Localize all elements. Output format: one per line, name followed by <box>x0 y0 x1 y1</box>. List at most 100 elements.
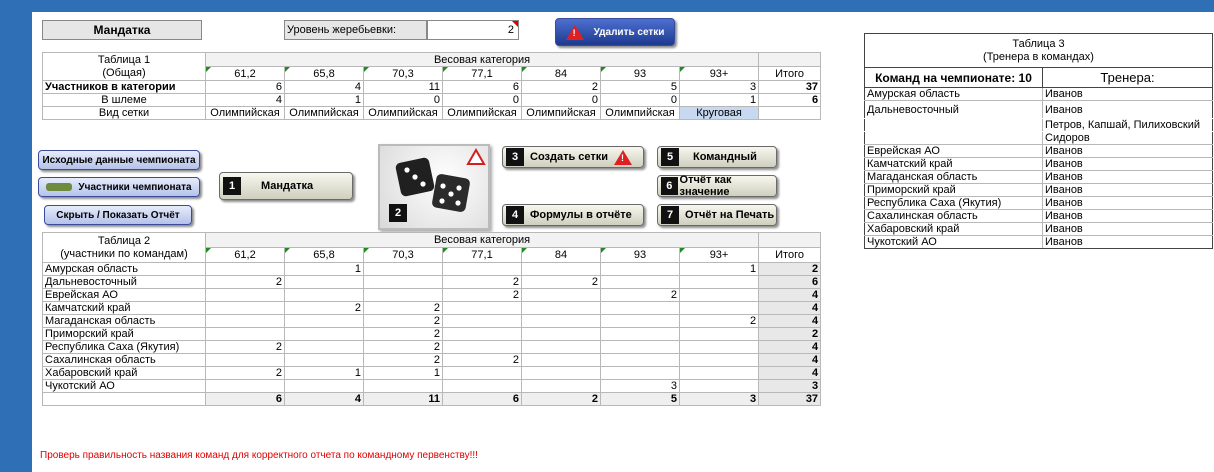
count-cell[interactable] <box>600 314 680 328</box>
count-cell[interactable] <box>521 379 601 393</box>
weight-category-header[interactable]: 70,3 <box>363 66 443 81</box>
formulas-button[interactable]: 4 Формулы в отчёте <box>502 204 644 226</box>
team-name-cell[interactable]: Еврейская АО <box>864 144 1043 158</box>
helmet-count[interactable]: 0 <box>600 93 680 107</box>
count-cell[interactable] <box>442 301 522 315</box>
column-total-cell[interactable]: 6 <box>442 392 522 406</box>
delete-grids-button[interactable]: Удалить сетки <box>555 18 675 46</box>
team-name-cell[interactable]: Сахалинская область <box>864 209 1043 223</box>
count-cell[interactable]: 2 <box>205 340 285 354</box>
dice-draw-button[interactable]: 2 <box>378 144 490 230</box>
count-cell[interactable] <box>442 262 522 276</box>
weight-category-header[interactable]: 61,2 <box>205 66 285 81</box>
grid-type-cell[interactable]: Олимпийская <box>600 106 680 120</box>
grand-total-cell[interactable]: 37 <box>758 392 822 406</box>
source-data-button[interactable]: Исходные данные чемпионата <box>38 150 200 170</box>
weight-category-header[interactable]: 65,8 <box>284 66 364 81</box>
count-cell[interactable] <box>600 366 680 380</box>
count-cell[interactable] <box>205 288 285 302</box>
count-cell[interactable] <box>600 327 680 341</box>
team-name-cell[interactable]: Еврейская АО <box>42 288 206 302</box>
count-cell[interactable] <box>600 275 680 289</box>
count-cell[interactable]: 1 <box>284 366 364 380</box>
count-cell[interactable] <box>363 275 443 289</box>
count-cell[interactable]: 2 <box>600 288 680 302</box>
totals-label-cell[interactable] <box>42 392 206 406</box>
count-cell[interactable]: 1 <box>284 262 364 276</box>
row-total-cell[interactable]: 4 <box>758 314 822 328</box>
team-name-cell[interactable]: Амурская область <box>42 262 206 276</box>
helmet-count[interactable]: 1 <box>678 93 760 107</box>
team-name-cell[interactable]: Хабаровский край <box>42 366 206 380</box>
row-total-cell[interactable]: 4 <box>758 340 822 354</box>
count-cell[interactable] <box>600 262 680 276</box>
count-cell[interactable] <box>284 340 364 354</box>
count-cell[interactable] <box>678 366 760 380</box>
team-name-cell[interactable]: Приморский край <box>42 327 206 341</box>
team-name-cell[interactable]: Камчатский край <box>42 301 206 315</box>
count-cell[interactable] <box>521 327 601 341</box>
draw-level-input[interactable]: 2 <box>427 20 519 40</box>
count-cell[interactable] <box>205 262 285 276</box>
grid-type-cell[interactable]: Круговая <box>678 106 760 120</box>
count-cell[interactable] <box>678 327 760 341</box>
row-total-cell[interactable]: 4 <box>758 288 822 302</box>
team-name-cell[interactable]: Амурская область <box>864 87 1043 101</box>
team-name-cell[interactable]: Магаданская область <box>864 170 1043 184</box>
count-cell[interactable] <box>600 340 680 354</box>
participants-count[interactable]: 11 <box>363 80 443 94</box>
row-total-cell[interactable]: 4 <box>758 353 822 367</box>
mandatka-title-cell[interactable]: Мандатка <box>42 20 202 40</box>
grid-type-empty[interactable] <box>758 106 822 120</box>
coach-name-cell[interactable]: Иванов <box>1042 170 1213 184</box>
count-cell[interactable] <box>678 340 760 354</box>
team-name-cell[interactable]: Сахалинская область <box>42 353 206 367</box>
count-cell[interactable] <box>363 288 443 302</box>
weight-category-header[interactable]: 84 <box>521 66 601 81</box>
weight-category-header[interactable]: 93+ <box>678 66 760 81</box>
count-cell[interactable]: 2 <box>521 275 601 289</box>
coach-name-cell[interactable]: Иванов <box>1042 157 1213 171</box>
coach-name-cell[interactable]: Иванов <box>1042 87 1213 101</box>
team-name-cell[interactable]: Чукотский АО <box>864 235 1043 249</box>
count-cell[interactable]: 2 <box>363 340 443 354</box>
weight-category-header[interactable]: 93+ <box>678 247 760 263</box>
count-cell[interactable]: 2 <box>442 275 522 289</box>
count-cell[interactable] <box>600 301 680 315</box>
count-cell[interactable] <box>205 379 285 393</box>
grid-type-cell[interactable]: Олимпийская <box>205 106 285 120</box>
count-cell[interactable] <box>205 353 285 367</box>
count-cell[interactable] <box>442 340 522 354</box>
participants-button[interactable]: Участники чемпионата <box>38 177 200 197</box>
count-cell[interactable] <box>205 327 285 341</box>
count-cell[interactable]: 2 <box>363 314 443 328</box>
weight-category-header[interactable]: 93 <box>600 247 680 263</box>
participants-count[interactable]: 4 <box>284 80 364 94</box>
team-name-cell[interactable]: Дальневосточный <box>42 275 206 289</box>
column-total-cell[interactable]: 5 <box>600 392 680 406</box>
coach-name-cell[interactable]: Иванов <box>1042 144 1213 158</box>
count-cell[interactable]: 2 <box>442 288 522 302</box>
count-cell[interactable]: 3 <box>600 379 680 393</box>
count-cell[interactable] <box>284 353 364 367</box>
count-cell[interactable]: 2 <box>363 327 443 341</box>
row-total-cell[interactable]: 4 <box>758 366 822 380</box>
count-cell[interactable] <box>284 314 364 328</box>
helmet-count[interactable]: 1 <box>284 93 364 107</box>
count-cell[interactable] <box>678 353 760 367</box>
count-cell[interactable] <box>521 314 601 328</box>
weight-category-header[interactable]: 93 <box>600 66 680 81</box>
count-cell[interactable] <box>521 353 601 367</box>
helmet-count[interactable]: 0 <box>442 93 522 107</box>
count-cell[interactable] <box>678 379 760 393</box>
coach-name-cell[interactable]: Петров, Капшай, Пилиховский <box>1042 118 1213 132</box>
count-cell[interactable] <box>442 314 522 328</box>
coach-name-cell[interactable]: Иванов <box>1042 209 1213 223</box>
team-name-cell[interactable]: Приморский край <box>864 183 1043 197</box>
helmet-count[interactable]: 4 <box>205 93 285 107</box>
count-cell[interactable] <box>521 366 601 380</box>
count-cell[interactable]: 2 <box>205 366 285 380</box>
coach-name-cell[interactable]: Иванов <box>1042 100 1213 119</box>
count-cell[interactable] <box>442 327 522 341</box>
count-cell[interactable] <box>678 288 760 302</box>
